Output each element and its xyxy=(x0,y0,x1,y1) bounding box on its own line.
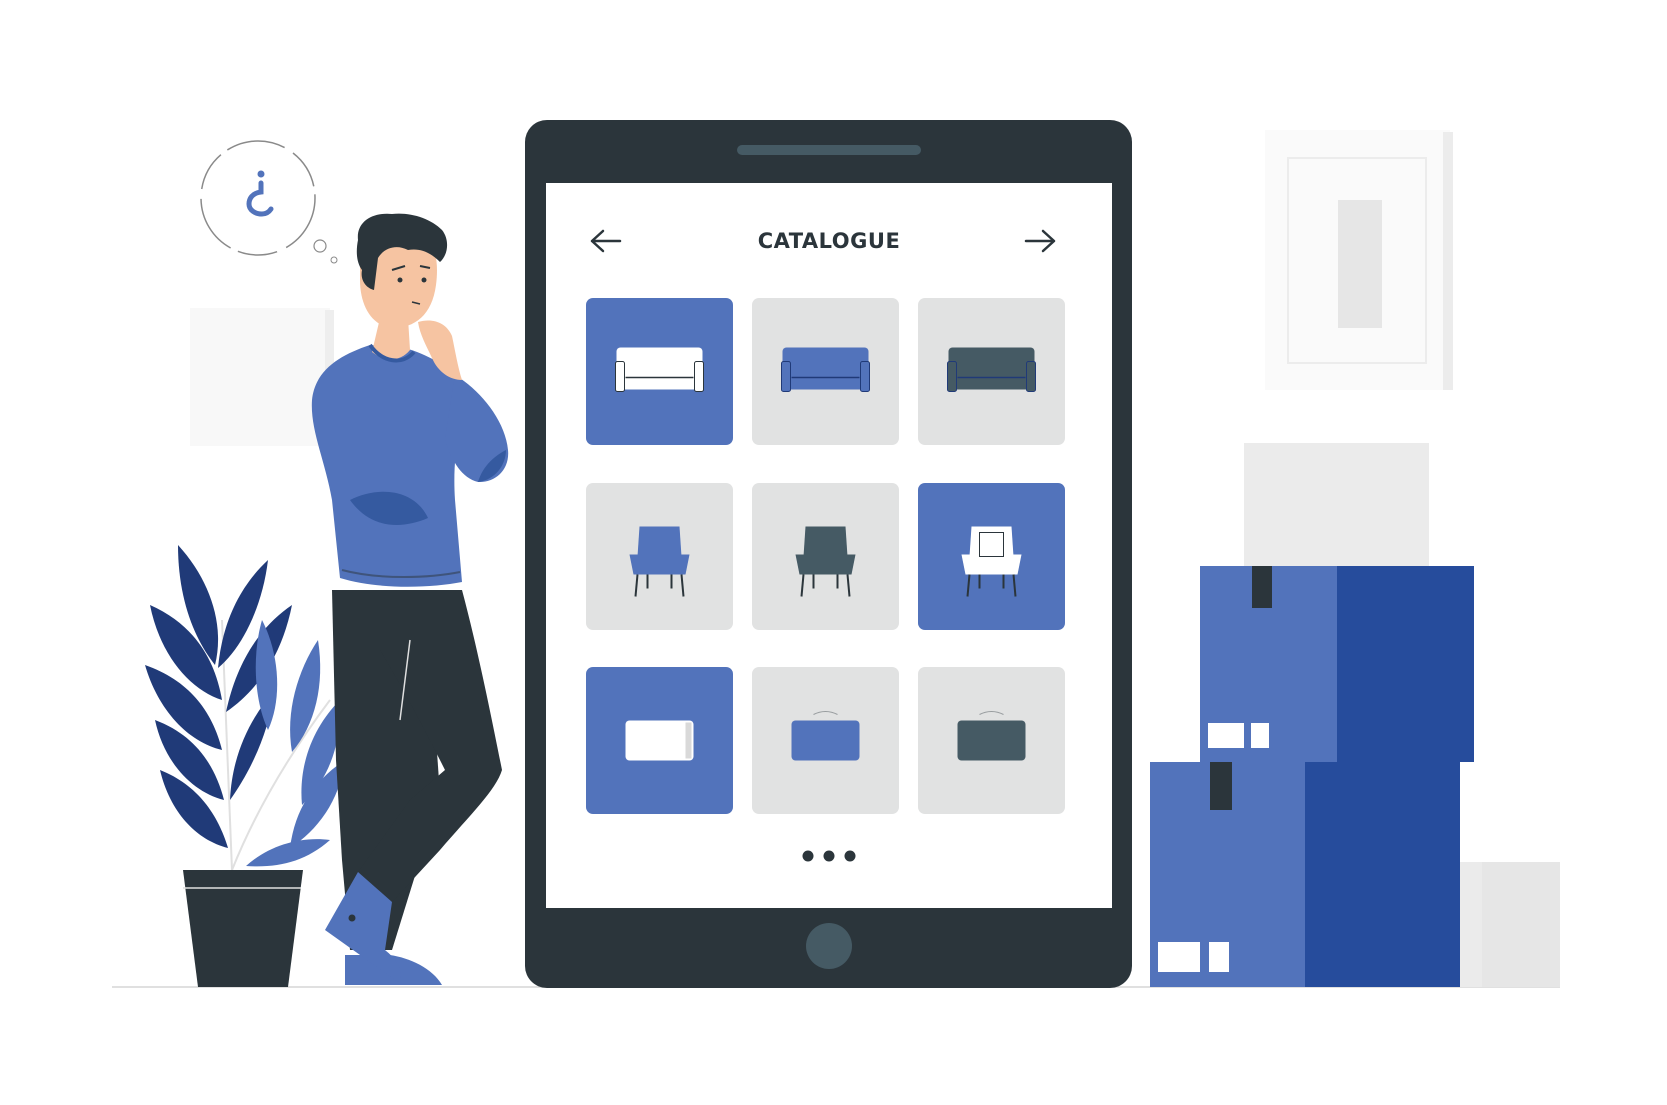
box-bottom xyxy=(1150,762,1460,987)
next-button[interactable] xyxy=(1024,226,1064,256)
sofa-icon xyxy=(947,347,1036,392)
sofa-icon xyxy=(781,347,870,392)
wall-frame xyxy=(1265,130,1453,390)
thought-bubble xyxy=(200,140,338,264)
ellipsis-icon[interactable] xyxy=(802,850,856,862)
catalogue-tile-ottoman[interactable] xyxy=(752,667,899,814)
catalogue-tile-sofa[interactable] xyxy=(586,298,733,445)
box-middle xyxy=(1200,566,1474,762)
potted-plant xyxy=(145,545,345,987)
catalogue-tile-armchair[interactable] xyxy=(752,483,899,630)
box-stack xyxy=(1150,443,1560,987)
catalogue-tile-ottoman[interactable] xyxy=(918,667,1065,814)
ottoman-icon xyxy=(625,720,694,761)
thinking-person xyxy=(311,213,509,985)
box-light-top xyxy=(1244,443,1429,567)
catalogue-tile-ottoman[interactable] xyxy=(586,667,733,814)
plant-leaves xyxy=(145,545,345,871)
catalogue-grid xyxy=(586,298,1065,814)
prev-button[interactable] xyxy=(586,226,626,256)
sofa-icon xyxy=(615,347,704,392)
catalogue-tile-sofa[interactable] xyxy=(752,298,899,445)
catalogue-tile-armchair[interactable] xyxy=(586,483,733,630)
home-button-icon[interactable] xyxy=(806,923,852,969)
sweater xyxy=(311,345,470,587)
tablet-speaker xyxy=(737,145,921,155)
tablet-device: CATALOGUE xyxy=(525,120,1132,988)
wall-panel xyxy=(190,308,330,446)
catalogue-tile-armchair[interactable] xyxy=(918,483,1065,630)
catalogue-illustration: CATALOGUE xyxy=(112,120,1560,988)
page-title: CATALOGUE xyxy=(758,229,901,253)
catalogue-tile-sofa[interactable] xyxy=(918,298,1065,445)
